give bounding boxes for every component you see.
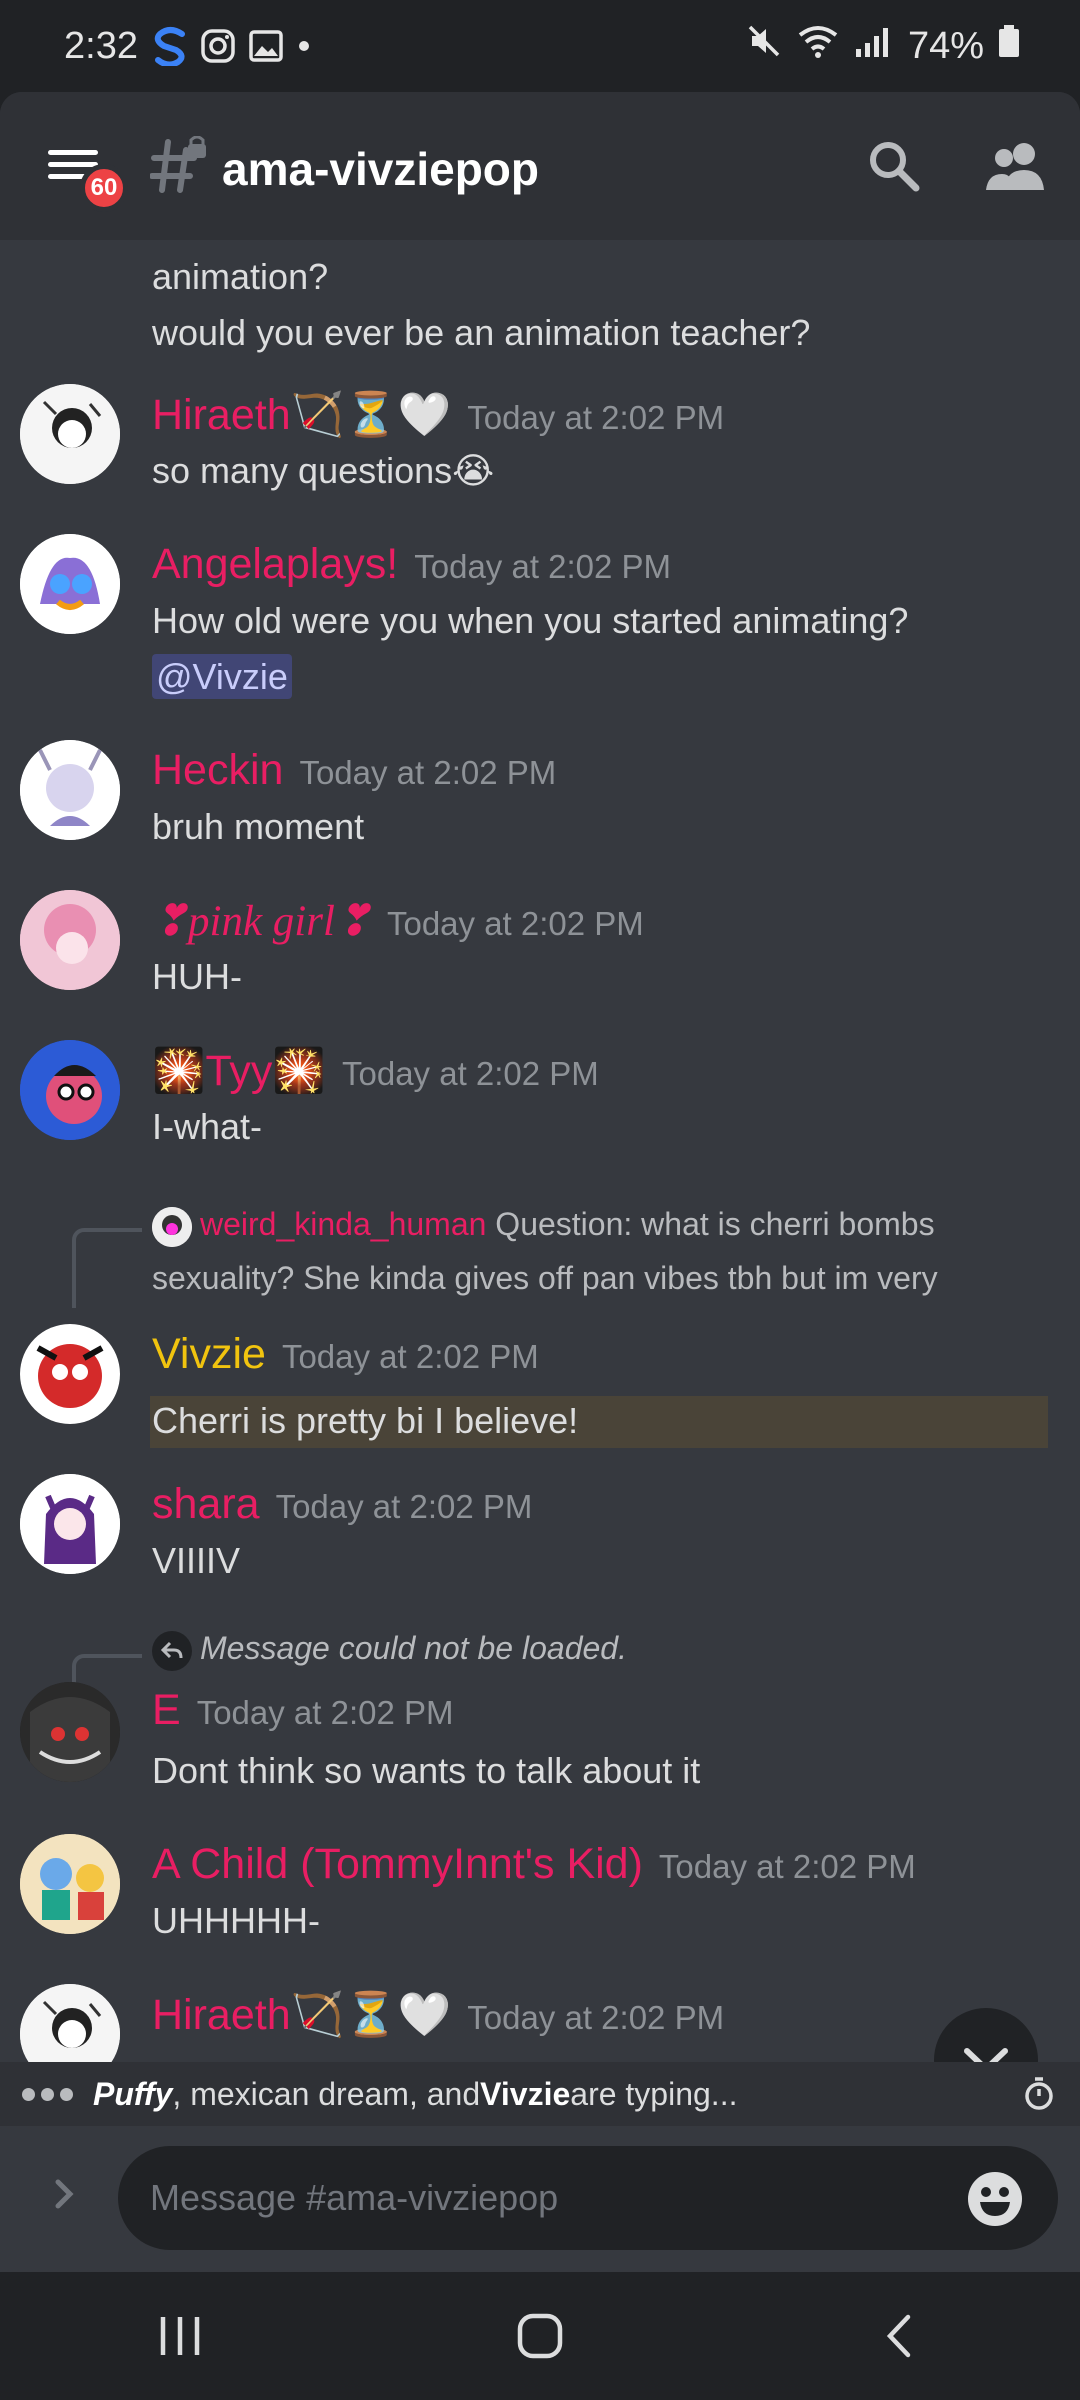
reply-text: Question: what is cherri bombs xyxy=(495,1206,935,1242)
message-input[interactable] xyxy=(118,2146,1058,2250)
status-time: 2:32 xyxy=(64,24,138,67)
channel-title: ama-vivziepop xyxy=(222,143,539,195)
typing-user: Vivzie xyxy=(480,2075,571,2112)
message-list[interactable]: animation? would you ever be an animatio… xyxy=(0,240,1080,2160)
message-text: Cherri is pretty bi I believe! xyxy=(152,1400,579,1441)
recent-apps-icon[interactable] xyxy=(100,2286,260,2386)
avatar[interactable] xyxy=(20,740,120,840)
username[interactable]: A Child (TommyInnt's Kid) Today at 2:02 P… xyxy=(152,1840,916,1889)
message-text: so many questions😭 xyxy=(152,450,495,491)
avatar[interactable] xyxy=(20,1474,120,1574)
avatar[interactable] xyxy=(20,1040,120,1140)
discord-app: 60 ama-vivziepop animation? would you ev… xyxy=(0,92,1080,2272)
message-text: UHHHHH- xyxy=(152,1900,320,1941)
slowmode-timer-icon xyxy=(1022,2076,1056,2120)
timestamp: Today at 2:02 PM xyxy=(341,1055,599,1092)
reply-connector xyxy=(72,1228,142,1308)
message-composer xyxy=(0,2126,1080,2272)
timestamp: Today at 2:02 PM xyxy=(658,1848,916,1885)
timestamp: Today at 2:02 PM xyxy=(275,1488,533,1525)
search-icon[interactable] xyxy=(864,136,924,201)
chevron-right-icon[interactable] xyxy=(50,2174,80,2219)
battery-icon xyxy=(998,23,1020,69)
username[interactable]: Heckin Today at 2:02 PM xyxy=(152,746,556,795)
reply-preview: Message could not be loaded. xyxy=(152,1630,627,1671)
mute-icon xyxy=(746,23,782,69)
message-mention-line: @Vivzie xyxy=(152,654,292,699)
unread-badge: 60 xyxy=(80,164,128,212)
typing-indicator: Puffy, mexican dream, and Vivzie are typ… xyxy=(0,2062,1080,2126)
timestamp: Today at 2:02 PM xyxy=(467,1999,725,2036)
back-icon[interactable] xyxy=(820,2286,980,2386)
avatar[interactable] xyxy=(20,1324,120,1424)
username[interactable]: Angelaplays! Today at 2:02 PM xyxy=(152,540,671,589)
timestamp: Today at 2:02 PM xyxy=(196,1694,454,1731)
message-text: HUH- xyxy=(152,956,242,997)
user-mention[interactable]: @Vivzie xyxy=(152,654,292,699)
message-text: How old were you when you started animat… xyxy=(152,600,909,641)
avatar[interactable] xyxy=(20,1834,120,1934)
signal-icon xyxy=(854,23,894,69)
username[interactable]: Hiraeth🏹⏳🤍 Today at 2:02 PM xyxy=(152,1990,724,2040)
username[interactable]: Hiraeth🏹⏳🤍 Today at 2:02 PM xyxy=(152,390,724,440)
avatar[interactable] xyxy=(20,384,120,484)
reply-unavailable-text: Message could not be loaded. xyxy=(200,1630,627,1666)
username[interactable]: Vivzie Today at 2:02 PM xyxy=(152,1330,539,1379)
reply-avatar xyxy=(152,1206,192,1247)
message-text: Dont think so wants to talk about it xyxy=(152,1750,701,1791)
typing-user: Puffy xyxy=(93,2075,173,2112)
username[interactable]: 🎇Tyy🎇 Today at 2:02 PM xyxy=(152,1046,599,1096)
avatar[interactable] xyxy=(20,534,120,634)
instagram-icon xyxy=(200,28,236,64)
timestamp: Today at 2:02 PM xyxy=(386,905,644,942)
username[interactable]: ❣pink girl❣ Today at 2:02 PM xyxy=(152,896,644,946)
gallery-icon xyxy=(248,28,284,64)
wifi-icon xyxy=(796,23,840,69)
battery-level: 74% xyxy=(907,24,984,67)
notification-dot-icon xyxy=(296,38,312,54)
timestamp: Today at 2:02 PM xyxy=(414,548,672,585)
typing-text: , mexican dream, and xyxy=(172,2075,481,2112)
s-app-icon xyxy=(152,26,188,66)
system-navigation-bar xyxy=(0,2272,1080,2400)
typing-dots-icon xyxy=(22,2087,73,2101)
menu-button[interactable]: 60 xyxy=(44,140,128,212)
avatar[interactable] xyxy=(20,890,120,990)
message-text: bruh moment xyxy=(152,806,365,847)
username[interactable]: E Today at 2:02 PM xyxy=(152,1686,454,1735)
message-text: VIIIIV xyxy=(152,1540,241,1581)
emoji-icon[interactable] xyxy=(966,2170,1024,2233)
message-text: I-what- xyxy=(152,1106,263,1147)
channel-header: 60 ama-vivziepop xyxy=(0,92,1080,240)
reply-preview[interactable]: weird_kinda_human Question: what is cher… xyxy=(152,1206,935,1247)
message-text: would you ever be an animation teacher? xyxy=(152,312,811,353)
reply-text-line2: sexuality? She kinda gives off pan vibes… xyxy=(152,1260,938,1296)
members-icon[interactable] xyxy=(984,136,1048,201)
reply-author[interactable]: weird_kinda_human xyxy=(200,1206,486,1242)
status-bar: 2:32 74% xyxy=(0,0,1080,92)
avatar[interactable] xyxy=(20,1682,120,1782)
timestamp: Today at 2:02 PM xyxy=(299,754,557,791)
channel-hash-lock-icon xyxy=(149,135,210,201)
timestamp: Today at 2:02 PM xyxy=(467,399,725,436)
typing-text: are typing... xyxy=(570,2075,738,2112)
home-icon[interactable] xyxy=(460,2286,620,2386)
reply-arrow-icon xyxy=(152,1630,192,1671)
message-text: animation? xyxy=(152,256,329,297)
timestamp: Today at 2:02 PM xyxy=(281,1338,539,1375)
username[interactable]: shara Today at 2:02 PM xyxy=(152,1480,532,1529)
